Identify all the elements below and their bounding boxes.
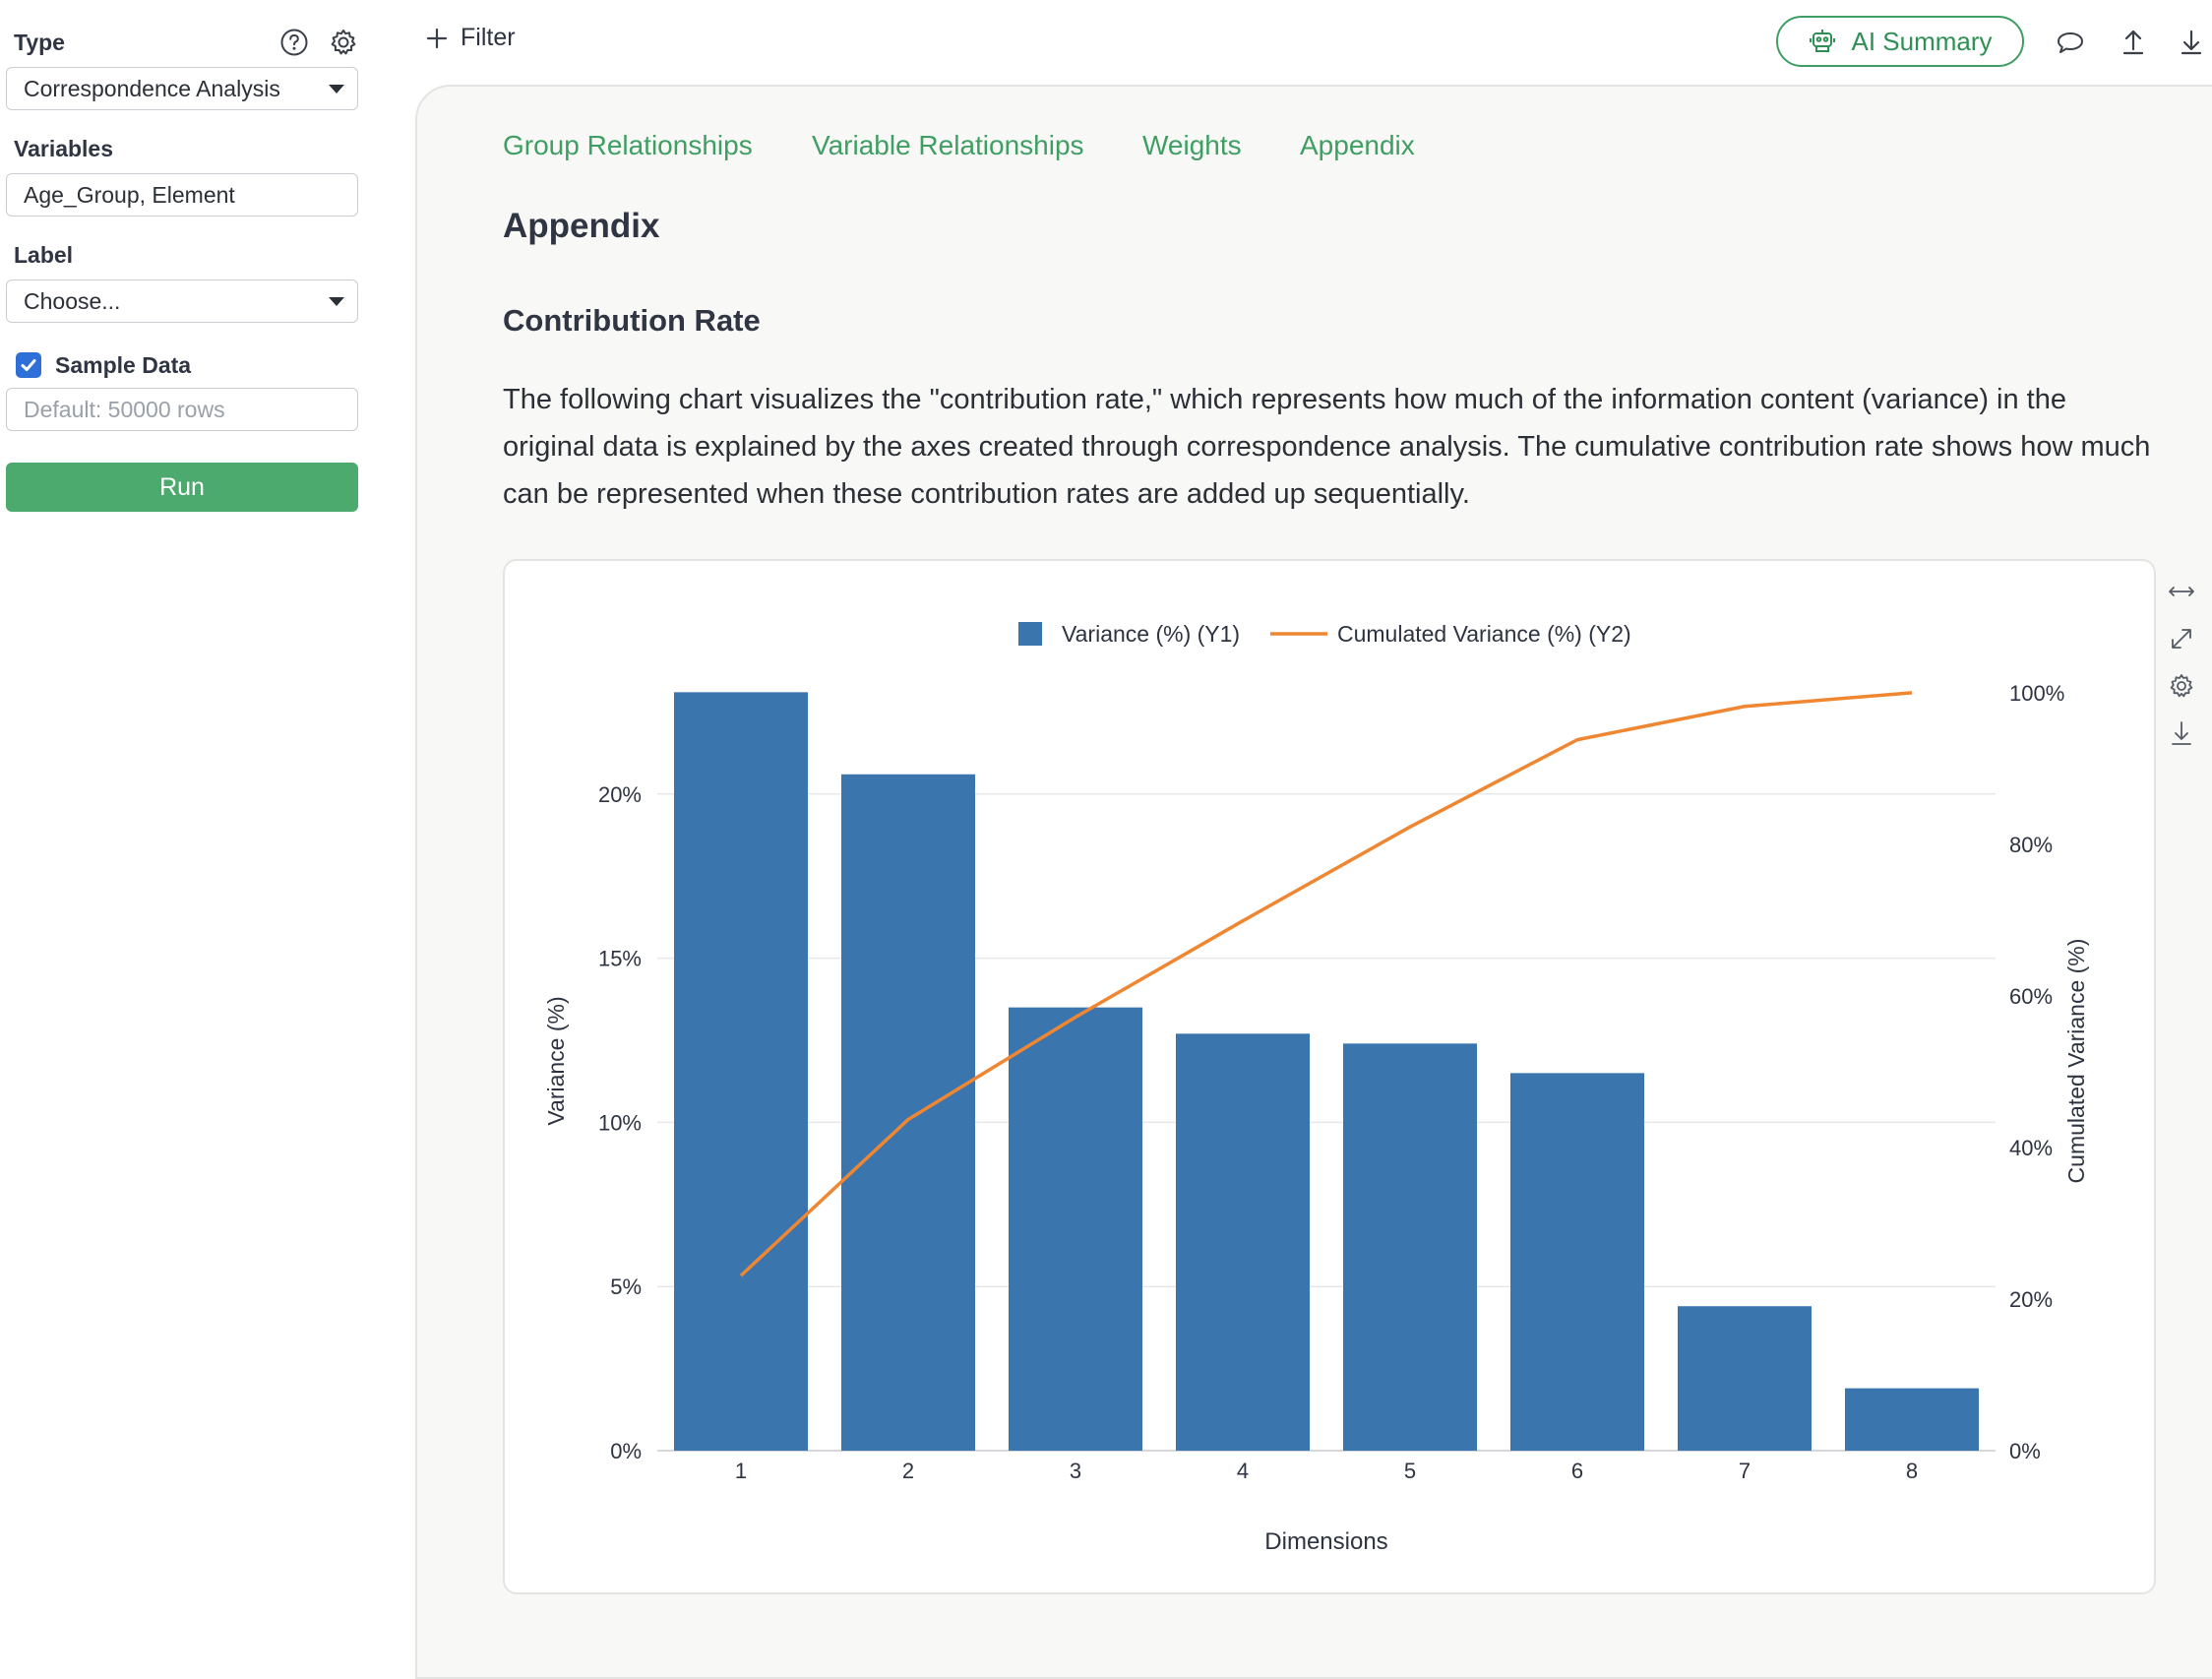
variance-bar[interactable] bbox=[1343, 1043, 1477, 1451]
settings-icon[interactable] bbox=[2165, 669, 2198, 703]
y1-tick-label: 10% bbox=[598, 1110, 642, 1135]
type-select-value: Correspondence Analysis bbox=[24, 75, 280, 101]
x-tick-label: 1 bbox=[735, 1459, 747, 1483]
x-tick-label: 5 bbox=[1404, 1459, 1416, 1483]
variables-input[interactable]: Age_Group, Element bbox=[6, 173, 358, 217]
type-label: Type bbox=[14, 30, 65, 55]
section-title: Contribution Rate bbox=[503, 303, 761, 338]
section-description: The following chart visualizes the "cont… bbox=[503, 384, 2151, 510]
x-tick-label: 4 bbox=[1237, 1459, 1249, 1483]
variance-bar[interactable] bbox=[1009, 1007, 1142, 1451]
y2-tick-labels: 0% 20% 40% 60% 80% 100% bbox=[2009, 681, 2064, 1463]
y2-tick-label: 20% bbox=[2009, 1287, 2053, 1312]
y1-tick-label: 20% bbox=[598, 782, 642, 807]
fullscreen-icon[interactable] bbox=[2165, 622, 2198, 655]
x-tick-label: 8 bbox=[1906, 1459, 1918, 1483]
legend-cumulated-label[interactable]: Cumulated Variance (%) (Y2) bbox=[1337, 621, 1631, 647]
variance-bar[interactable] bbox=[674, 692, 808, 1451]
x-axis-label: Dimensions bbox=[1264, 1528, 1387, 1555]
label-select-value: Choose... bbox=[24, 287, 121, 314]
variables-label: Variables bbox=[14, 136, 114, 161]
x-tick-labels: 1 2 3 4 5 6 7 8 bbox=[735, 1459, 1918, 1483]
label-label: Label bbox=[14, 242, 74, 268]
x-tick-label: 2 bbox=[902, 1459, 914, 1483]
ai-summary-label: AI Summary bbox=[1851, 26, 1993, 56]
variance-bar[interactable] bbox=[1176, 1033, 1310, 1451]
ai-summary-button[interactable]: AI Summary bbox=[1776, 16, 2024, 67]
tab-group-relationships[interactable]: Group Relationships bbox=[503, 130, 753, 161]
x-tick-label: 7 bbox=[1739, 1459, 1751, 1483]
gear-icon[interactable] bbox=[327, 26, 360, 59]
variance-bar[interactable] bbox=[841, 774, 975, 1451]
variance-bar[interactable] bbox=[1845, 1388, 1979, 1451]
robot-icon bbox=[1810, 30, 1836, 52]
legend-variance-label[interactable]: Variance (%) (Y1) bbox=[1062, 621, 1240, 647]
filter-button[interactable]: Filter bbox=[425, 24, 516, 52]
upload-icon[interactable] bbox=[2117, 26, 2150, 59]
chevron-down-icon bbox=[329, 297, 344, 306]
y1-tick-label: 0% bbox=[610, 1439, 642, 1463]
variance-bar[interactable] bbox=[1510, 1073, 1644, 1451]
y1-tick-label: 5% bbox=[610, 1275, 642, 1299]
label-select[interactable]: Choose... bbox=[6, 280, 358, 323]
tab-variable-relationships[interactable]: Variable Relationships bbox=[812, 130, 1084, 161]
expand-horizontal-icon[interactable] bbox=[2165, 575, 2198, 608]
comment-icon[interactable] bbox=[2054, 26, 2087, 59]
x-tick-label: 3 bbox=[1070, 1459, 1081, 1483]
sample-data-checkbox[interactable] bbox=[16, 352, 41, 378]
tab-weights[interactable]: Weights bbox=[1142, 130, 1242, 161]
y2-axis-label: Cumulated Variance (%) bbox=[2063, 939, 2089, 1184]
plus-icon bbox=[426, 28, 448, 48]
chevron-down-icon bbox=[329, 85, 344, 93]
y2-tick-label: 60% bbox=[2009, 984, 2053, 1009]
contribution-rate-chart: 0% 5% 10% 15% 20% 0% 20% 40% 60% 80% 100% 1 2 3 4 5 6 7… bbox=[543, 621, 2089, 1555]
variance-bar[interactable] bbox=[1678, 1306, 1812, 1451]
y2-tick-label: 40% bbox=[2009, 1136, 2053, 1160]
chart-card: 0% 5% 10% 15% 20% 0% 20% 40% 60% 80% 100% 1 2 3 4 5 6 7… bbox=[503, 559, 2156, 1594]
y1-tick-labels: 0% 5% 10% 15% 20% bbox=[598, 782, 642, 1463]
y2-tick-label: 100% bbox=[2009, 681, 2064, 706]
x-tick-label: 6 bbox=[1571, 1459, 1583, 1483]
legend-variance-swatch[interactable] bbox=[1018, 622, 1042, 646]
sample-data-label: Sample Data bbox=[55, 352, 192, 378]
y1-tick-label: 15% bbox=[598, 947, 642, 971]
run-button[interactable]: Run bbox=[6, 463, 358, 512]
help-icon[interactable] bbox=[277, 26, 311, 59]
y2-tick-label: 0% bbox=[2009, 1439, 2041, 1463]
type-select[interactable]: Correspondence Analysis bbox=[6, 67, 358, 110]
page-title: Appendix bbox=[503, 207, 660, 245]
tab-appendix[interactable]: Appendix bbox=[1300, 130, 1415, 161]
variance-bars bbox=[674, 692, 1979, 1451]
chart-download-icon[interactable] bbox=[2165, 716, 2198, 750]
sample-size-input[interactable]: Default: 50000 rows bbox=[6, 388, 358, 431]
filter-label: Filter bbox=[461, 24, 516, 51]
sidebar: Type Correspondence Analysis Variables A… bbox=[0, 0, 374, 1626]
download-icon[interactable] bbox=[2175, 26, 2208, 59]
y2-tick-label: 80% bbox=[2009, 833, 2053, 857]
y1-axis-label: Variance (%) bbox=[543, 996, 569, 1125]
